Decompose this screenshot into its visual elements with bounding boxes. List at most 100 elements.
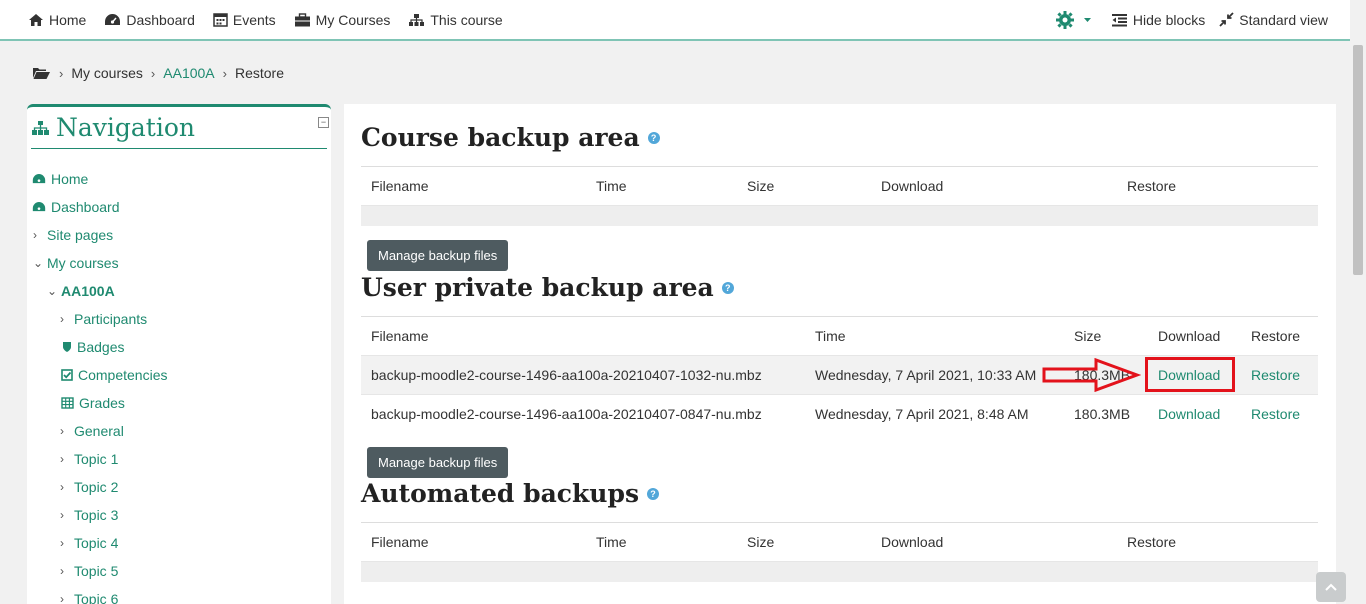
scrollbar-thumb[interactable] bbox=[1353, 45, 1363, 275]
nav-this-course-label: This course bbox=[430, 11, 503, 28]
nav-tree-label: General bbox=[74, 423, 124, 439]
hide-blocks-button[interactable]: Hide blocks bbox=[1111, 12, 1205, 28]
breadcrumb-course[interactable]: AA100A bbox=[163, 65, 214, 81]
navigation-block-header: Navigation bbox=[31, 107, 327, 149]
briefcase-icon bbox=[294, 12, 310, 26]
nav-tree-site-pages[interactable]: › Site pages bbox=[27, 221, 331, 249]
empty-row bbox=[361, 205, 1318, 226]
nav-tree-grades[interactable]: Grades bbox=[27, 389, 331, 417]
help-icon[interactable]: ? bbox=[647, 487, 660, 500]
breadcrumb-current: Restore bbox=[234, 65, 285, 81]
chevron-right-icon: › bbox=[60, 424, 64, 438]
nav-tree-topic-6[interactable]: › Topic 6 bbox=[27, 585, 331, 604]
table-row: backup-moodle2-course-1496-aa100a-202104… bbox=[361, 394, 1318, 434]
nav-tree-course[interactable]: ⌄ AA100A bbox=[27, 277, 331, 305]
dashboard-icon bbox=[32, 202, 46, 212]
chevron-right-icon: › bbox=[60, 452, 64, 466]
check-square-icon bbox=[61, 369, 73, 381]
restore-link[interactable]: Restore bbox=[1251, 367, 1300, 383]
download-highlight-box bbox=[1145, 357, 1235, 392]
course-backup-heading-text: Course backup area bbox=[361, 123, 640, 152]
compress-icon bbox=[1219, 12, 1234, 27]
automated-backups-heading: Automated backups ? bbox=[361, 479, 660, 508]
nav-tree-badges[interactable]: Badges bbox=[27, 333, 331, 361]
column-header: Filename bbox=[361, 166, 586, 206]
column-header: Size bbox=[1064, 316, 1148, 356]
size-cell: 180.3MB bbox=[1064, 394, 1148, 434]
chevron-right-icon: › bbox=[60, 508, 64, 522]
standard-view-button[interactable]: Standard view bbox=[1219, 12, 1328, 28]
manage-backup-files-button[interactable]: Manage backup files bbox=[367, 447, 509, 478]
column-header: Size bbox=[737, 522, 871, 562]
chevron-right-icon: › bbox=[33, 228, 37, 242]
nav-home-label: Home bbox=[49, 11, 87, 28]
nav-tree-topic-4[interactable]: › Topic 4 bbox=[27, 529, 331, 557]
column-header: Restore bbox=[1117, 166, 1318, 206]
nav-tree-label: Topic 4 bbox=[74, 535, 119, 551]
back-to-top-button[interactable] bbox=[1316, 572, 1346, 602]
nav-tree-dashboard[interactable]: Dashboard bbox=[27, 193, 331, 221]
navigation-block: Navigation − Home Dashboard › Site pages… bbox=[27, 104, 331, 604]
nav-tree-my-courses[interactable]: ⌄ My courses bbox=[27, 249, 331, 277]
breadcrumb-separator: › bbox=[59, 65, 64, 81]
column-header: Download bbox=[1148, 316, 1241, 356]
nav-this-course[interactable]: This course bbox=[408, 11, 503, 28]
manage-backup-files-button[interactable]: Manage backup files bbox=[367, 240, 509, 271]
nav-tree-topic-3[interactable]: › Topic 3 bbox=[27, 501, 331, 529]
automated-backups-heading-text: Automated backups bbox=[361, 479, 640, 508]
nav-events[interactable]: Events bbox=[213, 12, 276, 28]
nav-tree-participants[interactable]: › Participants bbox=[27, 305, 331, 333]
chevron-right-icon: › bbox=[60, 312, 64, 326]
automated-backups-table: Filename Time Size Download Restore bbox=[361, 522, 1318, 582]
help-icon[interactable]: ? bbox=[721, 281, 734, 294]
scrollbar[interactable] bbox=[1350, 0, 1366, 604]
chevron-down-icon: ⌄ bbox=[47, 284, 58, 298]
nav-tree-label: Grades bbox=[79, 395, 125, 411]
nav-events-label: Events bbox=[232, 11, 276, 28]
table-icon bbox=[61, 397, 74, 409]
navbar-right: Hide blocks Standard view bbox=[1041, 0, 1328, 39]
nav-tree-competencies[interactable]: Competencies bbox=[27, 361, 331, 389]
nav-dashboard[interactable]: Dashboard bbox=[104, 12, 195, 28]
nav-my-courses[interactable]: My Courses bbox=[294, 12, 390, 28]
column-header: Restore bbox=[1241, 316, 1318, 356]
download-link[interactable]: Download bbox=[1158, 406, 1220, 422]
course-backup-table: Filename Time Size Download Restore bbox=[361, 166, 1318, 226]
user-backup-heading: User private backup area ? bbox=[361, 273, 734, 302]
nav-tree-topic-5[interactable]: › Topic 5 bbox=[27, 557, 331, 585]
home-icon bbox=[29, 13, 43, 26]
nav-tree-general[interactable]: › General bbox=[27, 417, 331, 445]
folder-open-icon[interactable] bbox=[32, 66, 51, 80]
empty-row bbox=[361, 561, 1318, 582]
chevron-right-icon: › bbox=[60, 564, 64, 578]
shield-icon bbox=[63, 342, 71, 352]
nav-tree-label: Badges bbox=[77, 339, 125, 355]
red-arrow-annotation bbox=[1042, 358, 1141, 392]
chevron-up-icon bbox=[1325, 583, 1337, 591]
column-header: Time bbox=[805, 316, 1064, 356]
outdent-icon bbox=[1111, 13, 1127, 26]
column-header: Download bbox=[871, 166, 1117, 206]
nav-tree-label: Topic 6 bbox=[74, 591, 119, 604]
breadcrumb-separator: › bbox=[222, 65, 227, 81]
breadcrumb-my-courses[interactable]: My courses bbox=[71, 65, 143, 81]
column-header: Filename bbox=[361, 316, 805, 356]
chevron-down-icon: ⌄ bbox=[33, 256, 44, 270]
nav-tree-topic-2[interactable]: › Topic 2 bbox=[27, 473, 331, 501]
settings-menu[interactable] bbox=[1055, 10, 1097, 30]
nav-home[interactable]: Home bbox=[28, 12, 86, 28]
time-cell: Wednesday, 7 April 2021, 8:48 AM bbox=[805, 394, 1064, 434]
gear-icon bbox=[1055, 10, 1074, 29]
nav-tree-label: Topic 3 bbox=[74, 507, 119, 523]
chevron-right-icon: › bbox=[60, 592, 64, 604]
restore-link[interactable]: Restore bbox=[1251, 406, 1300, 422]
navigation-tree: Home Dashboard › Site pages ⌄ My courses… bbox=[27, 165, 331, 604]
nav-tree-topic-1[interactable]: › Topic 1 bbox=[27, 445, 331, 473]
collapse-block-icon[interactable]: − bbox=[318, 117, 329, 128]
breadcrumb-separator: › bbox=[150, 65, 156, 81]
column-header: Filename bbox=[361, 522, 586, 562]
course-backup-heading: Course backup area ? bbox=[361, 123, 660, 152]
nav-tree-home[interactable]: Home bbox=[27, 165, 331, 193]
help-icon[interactable]: ? bbox=[647, 131, 660, 144]
nav-tree-label: Participants bbox=[74, 311, 148, 327]
